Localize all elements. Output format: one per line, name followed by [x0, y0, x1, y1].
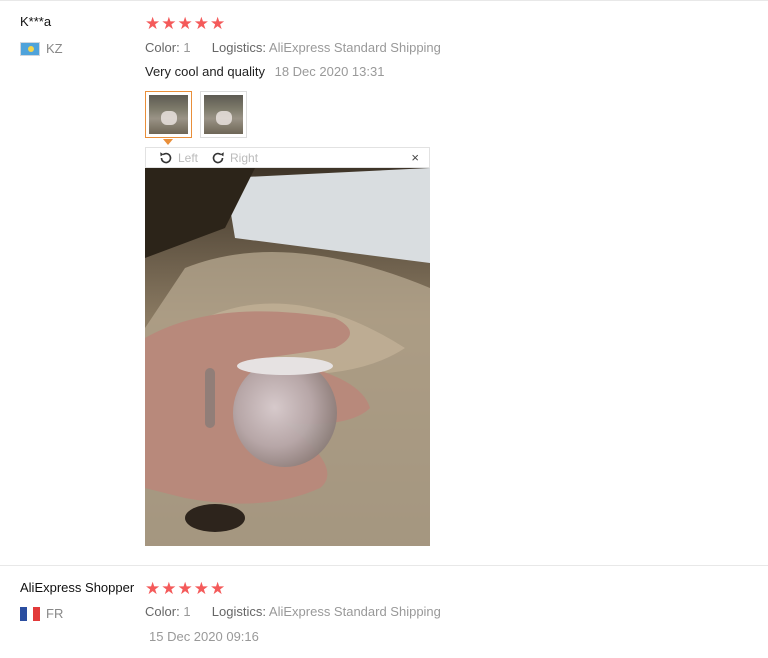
star-icon: ★ — [193, 14, 209, 33]
reviewer-name: AliExpress Shopper — [20, 580, 135, 595]
thumb-image — [204, 95, 243, 134]
logistics-value: AliExpress Standard Shipping — [268, 40, 441, 55]
review-divider — [0, 565, 768, 566]
reviewer-name: K***a — [20, 14, 52, 29]
rotate-left-label: Left — [178, 150, 199, 165]
color-label: Color: — [145, 40, 180, 55]
country-code: KZ — [46, 41, 63, 56]
review-text: Very cool and quality 18 Dec 2020 13:31 — [145, 64, 384, 79]
star-icon: ★ — [177, 579, 193, 598]
review-photo-thumb[interactable] — [145, 91, 192, 138]
rotate-left-icon — [160, 151, 172, 163]
review-date: 15 Dec 2020 09:16 — [149, 629, 259, 644]
logistics-label: Logistics: — [211, 604, 266, 619]
color-value: 1 — [183, 604, 191, 619]
reviewer-country: FR — [20, 606, 63, 621]
star-icon: ★ — [193, 579, 209, 598]
top-divider — [0, 0, 768, 1]
logistics-value: AliExpress Standard Shipping — [268, 604, 441, 619]
rotate-right-icon — [212, 151, 224, 163]
review-photo-thumb[interactable] — [200, 91, 247, 138]
review-attributes: Color: 1 Logistics: AliExpress Standard … — [145, 604, 441, 619]
reviewer-country: KZ — [20, 41, 63, 56]
star-icon: ★ — [177, 14, 193, 33]
star-icon: ★ — [145, 579, 161, 598]
kazakhstan-flag-icon — [20, 41, 40, 56]
star-icon: ★ — [210, 14, 226, 33]
star-rating: ★ ★ ★ ★ ★ — [145, 580, 225, 597]
photo-viewer-toolbar: Left Right × — [145, 147, 430, 168]
review-photo-large — [145, 168, 430, 546]
review-photo-image — [145, 168, 430, 546]
country-code: FR — [46, 606, 64, 621]
review-attributes: Color: 1 Logistics: AliExpress Standard … — [145, 40, 441, 55]
star-icon: ★ — [145, 14, 161, 33]
color-value: 1 — [183, 40, 191, 55]
close-icon[interactable]: × — [411, 150, 419, 165]
review-date: 18 Dec 2020 13:31 — [274, 64, 385, 79]
star-icon: ★ — [210, 579, 226, 598]
star-icon: ★ — [161, 14, 177, 33]
thumb-image — [149, 95, 188, 134]
rotate-right-label: Right — [230, 150, 259, 165]
star-icon: ★ — [161, 579, 177, 598]
color-label: Color: — [145, 604, 180, 619]
logistics-label: Logistics: — [211, 40, 266, 55]
france-flag-icon — [20, 606, 41, 621]
rotate-right-button[interactable]: Right — [210, 150, 258, 166]
review-body: Very cool and quality — [145, 64, 265, 79]
rotate-left-button[interactable]: Left — [158, 150, 198, 166]
active-thumb-caret — [163, 139, 173, 145]
star-rating: ★ ★ ★ ★ ★ — [145, 15, 225, 32]
